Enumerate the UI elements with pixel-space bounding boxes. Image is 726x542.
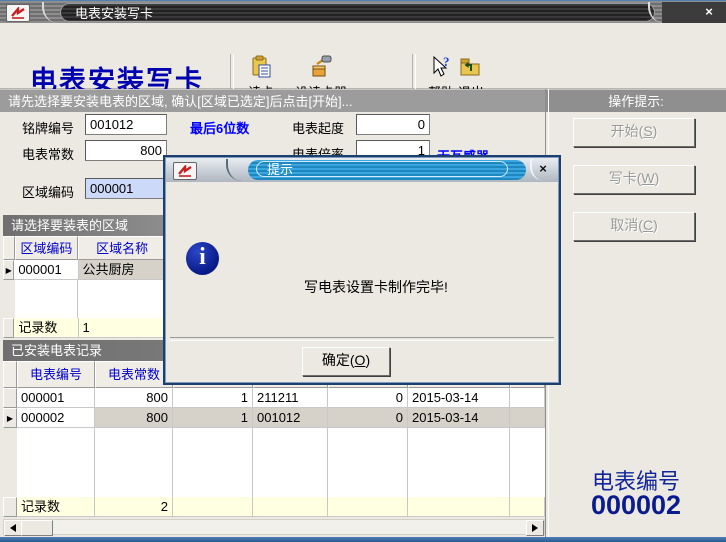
area-header-name[interactable]: 区域名称 xyxy=(78,236,166,260)
cell-date[interactable]: 2015-03-14 xyxy=(408,408,510,428)
dialog-separator xyxy=(170,337,554,341)
row-selector xyxy=(3,388,17,408)
dialog-close-button[interactable]: × xyxy=(534,160,552,178)
area-header-code[interactable]: 区域编码 xyxy=(15,236,79,260)
dialog-logo-icon xyxy=(173,162,197,180)
cell-ratio[interactable]: 1 xyxy=(173,408,253,428)
meter-header-number[interactable]: 电表编号 xyxy=(17,361,95,388)
dialog-titlebar: 提示 × xyxy=(166,158,558,182)
cancel-button[interactable]: 取消(C) xyxy=(573,212,695,241)
area-header-selector xyxy=(3,236,15,260)
empty xyxy=(95,428,173,497)
footer-empty xyxy=(510,497,545,517)
cell-start[interactable]: 0 xyxy=(328,408,408,428)
meter-header-constant[interactable]: 电表常数 xyxy=(95,361,173,388)
area-table-row[interactable]: ▶ 000001 公共厨房 xyxy=(3,260,166,280)
empty xyxy=(408,428,510,497)
row-marker: ▶ xyxy=(3,408,17,428)
cell-constant[interactable]: 800 xyxy=(95,388,173,408)
dialog-ok-button[interactable]: 确定(O) xyxy=(302,347,390,376)
empty xyxy=(3,428,17,497)
meter-header-selector xyxy=(3,361,17,388)
empty xyxy=(78,280,166,318)
info-icon: i xyxy=(186,242,219,275)
cell-meter-number[interactable]: 000001 xyxy=(17,388,95,408)
area-table: 区域编码 区域名称 ▶ 000001 公共厨房 记录数 1 xyxy=(3,236,166,338)
footer-empty xyxy=(328,497,408,517)
meter-table-row[interactable]: 000001 800 1 211211 0 2015-03-14 xyxy=(3,388,545,408)
window-titlebar: 电表安装写卡 × xyxy=(0,0,726,23)
cell-nameplate[interactable]: 001012 xyxy=(253,408,328,428)
meter-constant-label: 电表常数 xyxy=(22,144,74,163)
nameplate-input[interactable] xyxy=(85,114,167,135)
cell-ratio[interactable]: 1 xyxy=(173,388,253,408)
operation-hint-title: 操作提示: xyxy=(546,89,726,112)
dialog-message: 写电表设置卡制作完毕! xyxy=(226,277,526,297)
window-title: 电表安装写卡 xyxy=(61,4,654,23)
cell-date[interactable]: 2015-03-14 xyxy=(408,388,510,408)
nameplate-hint: 最后6位数 xyxy=(190,118,249,137)
cell-meter-number[interactable]: 000002 xyxy=(17,408,95,428)
setup-reader-icon xyxy=(308,54,334,80)
app-window: 电表安装写卡 × 电表安装写卡 读卡 xyxy=(0,0,726,542)
window-bottom-edge xyxy=(0,537,726,542)
scroll-left-button[interactable] xyxy=(4,520,22,536)
empty xyxy=(17,428,95,497)
start-button[interactable]: 开始(S) xyxy=(573,118,695,147)
window-close-button[interactable]: × xyxy=(700,2,718,22)
empty xyxy=(15,280,79,318)
area-code-input[interactable] xyxy=(85,178,167,199)
area-cell-code[interactable]: 000001 xyxy=(14,260,78,280)
horizontal-scrollbar[interactable] xyxy=(3,519,545,535)
area-record-count-value: 1 xyxy=(79,318,167,338)
meter-record-count-value: 2 xyxy=(95,497,173,517)
start-reading-input[interactable] xyxy=(356,114,430,135)
status-message: 请先选择要安装电表的区域, 确认[区域已选定]后点击[开始]... xyxy=(0,89,546,112)
empty xyxy=(173,428,253,497)
scroll-right-button[interactable] xyxy=(526,520,544,536)
empty xyxy=(253,428,328,497)
cell-start[interactable]: 0 xyxy=(328,388,408,408)
toolbar: 电表安装写卡 读卡 xyxy=(0,23,726,89)
empty xyxy=(328,428,408,497)
dialog-curve-left xyxy=(226,159,242,181)
area-code-label: 区域编码 xyxy=(22,182,74,201)
app-logo-icon xyxy=(6,4,30,22)
footer-empty xyxy=(408,497,510,517)
nameplate-label: 铭牌编号 xyxy=(22,118,74,137)
area-record-count-label: 记录数 xyxy=(14,318,78,338)
empty xyxy=(3,280,15,318)
footer-empty xyxy=(173,497,253,517)
footer-empty xyxy=(253,497,328,517)
meter-number-value: 000002 xyxy=(546,490,726,521)
area-table-title: 请选择要装表的区域 xyxy=(3,215,166,236)
row-marker: ▶ xyxy=(3,260,14,280)
cell-nameplate[interactable]: 211211 xyxy=(253,388,328,408)
titlebar-curve-left xyxy=(42,2,58,23)
footer-selector xyxy=(3,497,17,517)
empty xyxy=(510,428,545,497)
meter-record-count-label: 记录数 xyxy=(17,497,95,517)
area-cell-name[interactable]: 公共厨房 xyxy=(79,260,167,280)
write-card-button[interactable]: 写卡(W) xyxy=(573,165,695,194)
dialog-title-pill: 提示 xyxy=(256,161,508,177)
logo-glyph-icon xyxy=(10,7,26,19)
dialog-body: i 写电表设置卡制作完毕! 确定(O) xyxy=(166,182,558,382)
meter-constant-input[interactable] xyxy=(85,140,167,161)
exit-icon xyxy=(458,54,484,80)
titlebar-pill: 电表安装写卡 xyxy=(60,3,655,22)
read-card-icon xyxy=(248,54,274,80)
meter-table-row-selected[interactable]: ▶ 000002 800 1 001012 0 2015-03-14 xyxy=(3,408,545,428)
svg-text:?: ? xyxy=(443,55,450,69)
scrollbar-thumb[interactable] xyxy=(21,520,53,536)
cell-extra xyxy=(510,408,545,428)
cell-constant[interactable]: 800 xyxy=(95,408,173,428)
message-dialog: 提示 × i 写电表设置卡制作完毕! 确定(O) xyxy=(163,155,561,385)
cell-extra xyxy=(510,388,545,408)
footer-selector xyxy=(3,318,14,338)
start-reading-label: 电表起度 xyxy=(292,118,344,137)
